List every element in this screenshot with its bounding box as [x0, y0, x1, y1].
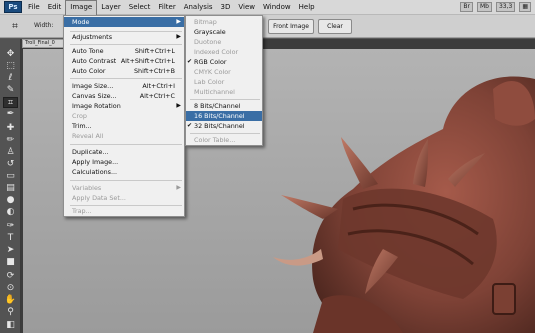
color-swatch-icon[interactable]: ◧ — [3, 320, 18, 331]
crop-tool-icon[interactable]: ⌗ — [6, 20, 24, 33]
image-menu-dropdown: Mode ▶ Adjustments ▶ Auto Tone Shift+Ctrl+L… — [63, 15, 185, 217]
menu-edit[interactable]: Edit — [44, 0, 66, 15]
blur-tool-icon[interactable]: ● — [3, 195, 18, 206]
menu-item-calculations[interactable]: Calculations... — [64, 167, 184, 177]
clone-stamp-tool-icon[interactable]: ♙ — [3, 147, 18, 158]
menu-item-apply-data-set[interactable]: Apply Data Set... — [64, 193, 184, 203]
menu-item-image-rotation[interactable]: Image Rotation ▶ — [64, 101, 184, 111]
menu-divider — [190, 99, 260, 100]
menu-item-trim[interactable]: Trim... — [64, 121, 184, 131]
photoshop-logo: Ps — [4, 1, 22, 13]
mode-item-grayscale[interactable]: Grayscale — [186, 27, 262, 37]
menu-select[interactable]: Select — [125, 0, 155, 15]
menu-item-crop[interactable]: Crop — [64, 111, 184, 121]
mode-item-lab-color[interactable]: Lab Color — [186, 77, 262, 87]
menu-item-trap[interactable]: Trap... — [64, 206, 184, 216]
dodge-tool-icon[interactable]: ◐ — [3, 207, 18, 218]
menu-divider — [70, 78, 182, 79]
gradient-tool-icon[interactable]: ▤ — [3, 183, 18, 194]
menu-3d[interactable]: 3D — [217, 0, 235, 15]
menu-analysis[interactable]: Analysis — [180, 0, 217, 15]
checkmark-icon: ✔ — [187, 58, 193, 65]
menu-item-duplicate[interactable]: Duplicate... — [64, 147, 184, 157]
menu-window[interactable]: Window — [259, 0, 295, 15]
menu-divider — [70, 44, 182, 45]
menu-item-mode[interactable]: Mode ▶ — [64, 17, 184, 27]
mode-item-8-bits[interactable]: 8 Bits/Channel — [186, 101, 262, 111]
menu-divider — [190, 133, 260, 134]
move-tool-icon[interactable]: ✥ — [3, 49, 18, 60]
mode-item-color-table[interactable]: Color Table... — [186, 135, 262, 145]
menu-image[interactable]: Image — [65, 0, 98, 15]
menu-help[interactable]: Help — [295, 0, 319, 15]
crop-tool-icon[interactable]: ⌗ — [3, 97, 18, 108]
mode-item-rgb-color[interactable]: ✔ RGB Color — [186, 57, 262, 67]
mode-submenu: Bitmap Grayscale Duotone Indexed Color ✔… — [185, 15, 263, 146]
menu-layer[interactable]: Layer — [97, 0, 125, 15]
menu-item-auto-tone[interactable]: Auto Tone Shift+Ctrl+L — [64, 46, 184, 56]
menu-file[interactable]: File — [24, 0, 44, 15]
arrange-documents-icon[interactable]: ▦ — [519, 2, 531, 12]
hand-tool-icon[interactable]: ✋ — [3, 295, 18, 306]
3d-camera-tool-icon[interactable]: ⊙ — [3, 283, 18, 294]
document-tab[interactable]: Troll_Final_0 — [22, 39, 64, 48]
marquee-tool-icon[interactable]: ⬚ — [3, 61, 18, 72]
zoom-tool-icon[interactable]: ⚲ — [3, 307, 18, 318]
menu-item-adjustments[interactable]: Adjustments ▶ — [64, 32, 184, 42]
menu-item-reveal-all[interactable]: Reveal All — [64, 131, 184, 141]
mode-item-indexed-color[interactable]: Indexed Color — [186, 47, 262, 57]
mode-item-32-bits[interactable]: ✔ 32 Bits/Channel — [186, 121, 262, 131]
type-tool-icon[interactable]: T — [3, 233, 18, 244]
width-label: Width: — [34, 22, 54, 29]
quick-select-tool-icon[interactable]: ✎ — [3, 85, 18, 96]
pen-tool-icon[interactable]: ✑ — [3, 221, 18, 232]
eraser-tool-icon[interactable]: ▭ — [3, 171, 18, 182]
shape-tool-icon[interactable]: ■ — [3, 257, 18, 268]
mini-bridge-button[interactable]: Mb — [476, 2, 492, 12]
path-selection-tool-icon[interactable]: ➤ — [3, 245, 18, 256]
checkmark-icon: ✔ — [187, 122, 193, 129]
healing-brush-tool-icon[interactable]: ✚ — [3, 123, 18, 134]
menu-divider — [70, 180, 182, 181]
bridge-button[interactable]: Br — [460, 2, 473, 12]
zoom-level[interactable]: 33,3 — [495, 2, 516, 12]
menu-item-apply-image[interactable]: Apply Image... — [64, 157, 184, 167]
menu-filter[interactable]: Filter — [154, 0, 179, 15]
menubar-controls: Br Mb 33,3 ▦ — [460, 2, 531, 12]
brush-tool-icon[interactable]: ✏ — [3, 135, 18, 146]
mode-item-duotone[interactable]: Duotone — [186, 37, 262, 47]
menu-bar: Ps File Edit Image Layer Select Filter A… — [0, 0, 535, 15]
lasso-tool-icon[interactable]: ℓ — [3, 73, 18, 84]
front-image-button[interactable]: Front Image — [268, 19, 314, 34]
tools-panel: ✥ ⬚ ℓ ✎ ⌗ ✒ ✚ ✏ ♙ ↺ ▭ ▤ ● ◐ ✑ T ➤ ■ ⟳ ⊙ … — [0, 39, 21, 333]
menu-item-variables[interactable]: Variables ▶ — [64, 183, 184, 193]
menu-view[interactable]: View — [234, 0, 259, 15]
menu-item-auto-contrast[interactable]: Auto Contrast Alt+Shift+Ctrl+L — [64, 56, 184, 66]
eyedropper-tool-icon[interactable]: ✒ — [3, 109, 18, 120]
mode-item-bitmap[interactable]: Bitmap — [186, 17, 262, 27]
mode-item-16-bits[interactable]: 16 Bits/Channel — [186, 111, 262, 121]
menu-divider — [70, 144, 182, 145]
menu-item-canvas-size[interactable]: Canvas Size... Alt+Ctrl+C — [64, 91, 184, 101]
history-brush-tool-icon[interactable]: ↺ — [3, 159, 18, 170]
mode-item-cmyk-color[interactable]: CMYK Color — [186, 67, 262, 77]
mode-item-multichannel[interactable]: Multichannel — [186, 87, 262, 97]
3d-rotate-tool-icon[interactable]: ⟳ — [3, 271, 18, 282]
menu-item-auto-color[interactable]: Auto Color Shift+Ctrl+B — [64, 66, 184, 76]
clear-button[interactable]: Clear — [318, 19, 352, 34]
menu-item-image-size[interactable]: Image Size... Alt+Ctrl+I — [64, 81, 184, 91]
